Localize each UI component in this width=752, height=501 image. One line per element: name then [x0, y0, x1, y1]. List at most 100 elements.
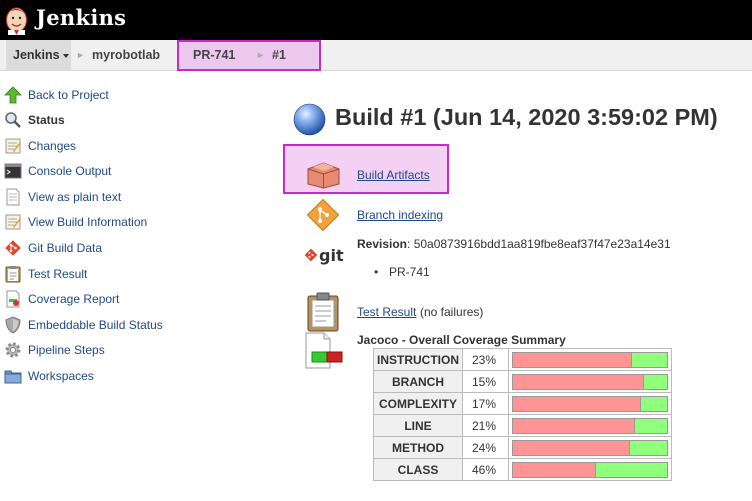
list-item: PR-741	[374, 265, 430, 279]
sidebar-item-label: Console Output	[28, 164, 112, 178]
coverage-bar-missed	[513, 440, 631, 455]
notepad-icon	[5, 138, 21, 154]
sidebar-item-label: Test Result	[28, 267, 88, 281]
table-row: BRANCH 15%	[373, 370, 672, 393]
coverage-bar-missed	[513, 374, 644, 389]
coverage-bar-missed	[513, 396, 641, 411]
breadcrumb-separator-icon: ►	[256, 50, 265, 60]
table-row: METHOD 24%	[373, 436, 672, 459]
coverage-bar	[512, 461, 668, 478]
coverage-bar	[512, 373, 668, 390]
sidebar-item-label: View Build Information	[28, 215, 148, 229]
package-icon	[307, 162, 340, 189]
coverage-bar-missed	[513, 418, 635, 433]
page-title: Build #1 (Jun 14, 2020 3:59:02 PM)	[335, 104, 718, 130]
breadcrumb-jenkins-label: Jenkins	[13, 48, 60, 62]
coverage-report-icon	[305, 332, 343, 369]
coverage-metric-name: CLASS	[373, 458, 463, 481]
table-row: INSTRUCTION 23%	[373, 348, 672, 371]
coverage-bar	[512, 439, 668, 456]
revision: Revision: 50a0873916bdd1aa819fbe8eaf37f4…	[357, 237, 671, 251]
coverage-percent: 23%	[462, 348, 509, 371]
jenkins-logo-icon[interactable]	[4, 3, 29, 35]
sidebar-item-console-output[interactable]: Console Output	[4, 160, 111, 182]
sidebar-item-label: Status	[28, 113, 65, 127]
branch-indexing-icon	[306, 198, 340, 232]
sidebar-item-label: Coverage Report	[28, 292, 120, 306]
app-title[interactable]: Jenkins	[36, 5, 126, 30]
coverage-metric-name: COMPLEXITY	[373, 392, 463, 415]
coverage-metric-name: METHOD	[373, 436, 463, 459]
top-header: Jenkins	[0, 0, 752, 40]
revision-label: Revision	[357, 237, 408, 251]
breadcrumb: Jenkins ► myrobotlab PR-741 ► #1	[0, 40, 752, 71]
coverage-bar	[512, 351, 668, 368]
sidebar-item-view-plain-text[interactable]: View as plain text	[4, 186, 121, 208]
coverage-bar-cell	[508, 458, 672, 481]
breadcrumb-myrobotlab[interactable]: myrobotlab	[92, 40, 160, 71]
notepad-icon	[5, 214, 21, 230]
sidebar-item-label: Git Build Data	[28, 241, 103, 255]
coverage-bar	[512, 417, 668, 434]
document-icon	[6, 188, 20, 206]
sidebar-item-label: Changes	[28, 139, 77, 153]
test-result-note: (no failures)	[420, 305, 484, 319]
up-arrow-icon	[4, 86, 22, 104]
coverage-icon	[6, 290, 20, 308]
sidebar-item-status[interactable]: Status	[4, 109, 65, 131]
coverage-bar-cell	[508, 414, 672, 437]
git-logo-text: git	[319, 245, 344, 265]
sidebar-item-back-to-project[interactable]: Back to Project	[4, 84, 109, 106]
coverage-bar-missed	[513, 462, 597, 477]
clipboard-icon	[307, 292, 339, 332]
table-row: LINE 21%	[373, 414, 672, 437]
sidebar-item-view-build-information[interactable]: View Build Information	[4, 211, 147, 233]
sidebar-item-workspaces[interactable]: Workspaces	[4, 365, 94, 387]
magnifier-icon	[5, 112, 21, 128]
revision-hash: 50a0873916bdd1aa819fbe8eaf37f47e23a14e31	[413, 237, 671, 251]
coverage-bar-cell	[508, 370, 672, 393]
breadcrumb-jenkins[interactable]: Jenkins	[6, 40, 71, 71]
folder-icon	[4, 370, 22, 384]
coverage-percent: 24%	[462, 436, 509, 459]
coverage-table-body: INSTRUCTION 23% BRANCH 15% COMPLEXITY 17% LINE…	[373, 348, 672, 481]
git-diamond-icon	[304, 248, 318, 262]
sidebar-item-coverage-report[interactable]: Coverage Report	[4, 288, 119, 310]
table-row: CLASS 46%	[373, 458, 672, 481]
sidebar-item-git-build-data[interactable]: Git Build Data	[4, 237, 102, 259]
coverage-bar-cell	[508, 436, 672, 459]
coverage-bar-missed	[513, 352, 632, 367]
sidebar-item-embeddable-build-status[interactable]: Embeddable Build Status	[4, 314, 163, 336]
coverage-percent: 46%	[462, 458, 509, 481]
coverage-bar	[512, 395, 668, 412]
sidebar-item-label: Pipeline Steps	[28, 343, 105, 357]
branch-indexing-link[interactable]: Branch indexing	[357, 208, 443, 222]
sidebar-item-pipeline-steps[interactable]: Pipeline Steps	[4, 339, 105, 361]
coverage-percent: 17%	[462, 392, 509, 415]
build-artifacts-link[interactable]: Build Artifacts	[357, 168, 430, 182]
coverage-percent: 15%	[462, 370, 509, 393]
sidebar-item-label: View as plain text	[28, 190, 122, 204]
sidebar-item-changes[interactable]: Changes	[4, 135, 76, 157]
chevron-down-icon[interactable]	[62, 53, 69, 58]
clipboard-icon	[5, 266, 21, 283]
shield-icon	[5, 316, 21, 334]
gear-icon	[5, 342, 21, 358]
git-logo-icon: git	[304, 245, 344, 265]
breadcrumb-separator-icon: ►	[76, 50, 85, 60]
coverage-metric-name: BRANCH	[373, 370, 463, 393]
sidebar-item-test-result[interactable]: Test Result	[4, 263, 87, 285]
table-row: COMPLEXITY 17%	[373, 392, 672, 415]
build-status-ball-icon	[293, 103, 326, 136]
coverage-metric-name: LINE	[373, 414, 463, 437]
git-icon	[5, 240, 21, 256]
sidebar-item-label: Back to Project	[28, 88, 109, 102]
breadcrumb-build-1[interactable]: #1	[272, 40, 286, 71]
branch-name: PR-741	[389, 265, 430, 279]
sidebar-item-label: Embeddable Build Status	[28, 318, 163, 332]
sidebar-item-label: Workspaces	[28, 369, 94, 383]
coverage-title: Jacoco - Overall Coverage Summary	[357, 333, 566, 347]
breadcrumb-pr-741[interactable]: PR-741	[193, 40, 235, 71]
test-result-link[interactable]: Test Result	[357, 305, 416, 319]
coverage-percent: 21%	[462, 414, 509, 437]
